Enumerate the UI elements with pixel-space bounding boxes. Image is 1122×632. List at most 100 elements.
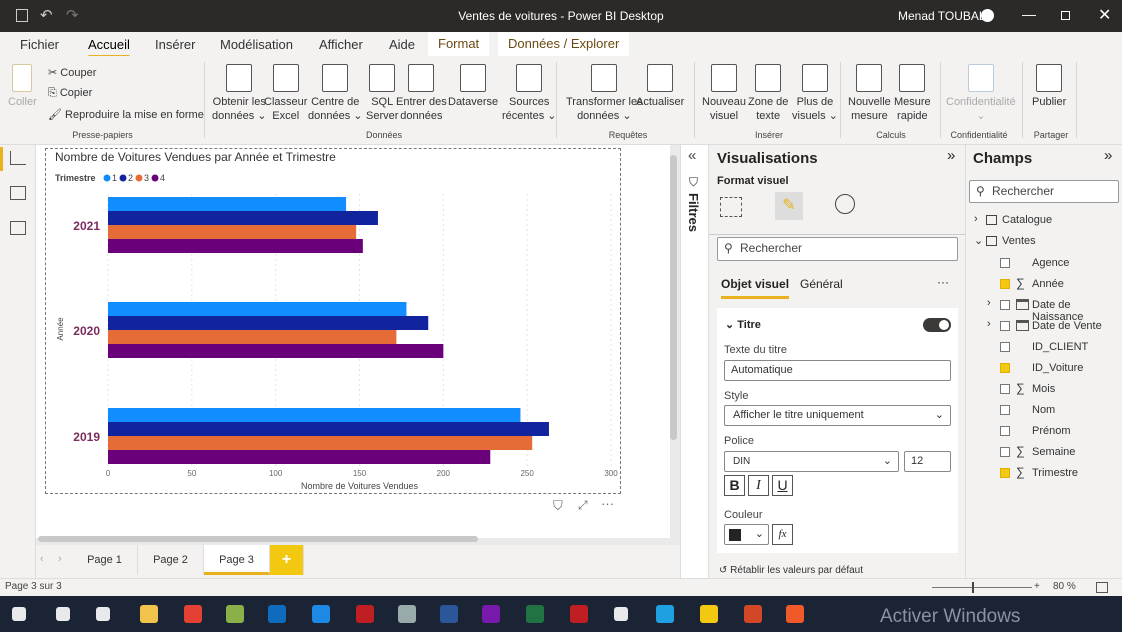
field-item[interactable]: ID_Voiture [966, 359, 1122, 380]
datahub-button[interactable]: Centre de données ⌄ [308, 64, 362, 123]
quick-measure-button[interactable]: Mesure rapide [894, 64, 931, 123]
filezilla-icon[interactable] [570, 605, 588, 623]
field-checkbox[interactable] [1000, 279, 1010, 289]
next-page-icon[interactable]: › [58, 553, 62, 565]
format-painter-button[interactable]: 🖌 Reproduire la mise en forme [48, 108, 204, 121]
more-visuals-button[interactable]: Plus de visuels ⌄ [792, 64, 838, 123]
bar-2021-q1[interactable] [108, 197, 347, 211]
field-item[interactable]: ∑ Semaine [966, 443, 1122, 464]
format-visual-icon[interactable]: ✎ [775, 192, 803, 220]
menu-tab[interactable]: Accueil [88, 37, 130, 58]
vertical-scrollbar[interactable] [670, 155, 677, 440]
title-text-input[interactable]: Automatique [724, 360, 951, 381]
bar-2019-q3[interactable] [108, 436, 533, 450]
chevron-right-icon[interactable]: › [987, 297, 991, 309]
start-icon[interactable] [12, 607, 26, 621]
zoom-slider[interactable] [932, 582, 1032, 593]
italic-button[interactable]: I [748, 475, 769, 496]
bar-chart-visual[interactable]: Nombre de Voitures Vendues par Année et … [45, 148, 621, 494]
field-checkbox[interactable] [1000, 447, 1010, 457]
analytics-icon[interactable] [835, 194, 855, 214]
filezilla-icon[interactable] [356, 605, 374, 623]
bar-2021-q3[interactable] [108, 225, 357, 239]
zoom-in-icon[interactable]: + [1034, 581, 1040, 592]
data-view-icon[interactable] [10, 186, 26, 200]
edge-icon[interactable] [656, 605, 674, 623]
underline-button[interactable]: U [772, 475, 793, 496]
search-icon[interactable] [56, 607, 70, 621]
minimize-icon[interactable]: — [1022, 6, 1036, 22]
bar-2020-q4[interactable] [108, 344, 444, 358]
collapse-left-icon[interactable]: « [688, 147, 696, 164]
field-checkbox[interactable] [1000, 258, 1010, 268]
app-icon[interactable] [226, 605, 244, 623]
bar-2021-q2[interactable] [108, 211, 378, 225]
user-name[interactable]: Menad TOUBAL [898, 9, 986, 23]
legend-label[interactable]: 4 [160, 173, 165, 183]
restore-icon[interactable] [1061, 11, 1070, 20]
field-item[interactable]: › Date de Naissance [966, 296, 1122, 323]
field-checkbox[interactable] [1000, 363, 1010, 373]
page-tab[interactable]: Page 3 [204, 545, 270, 575]
close-icon[interactable]: ✕ [1098, 5, 1111, 25]
bold-button[interactable]: B [724, 475, 745, 496]
app-icon[interactable] [786, 605, 804, 623]
field-table[interactable]: › Catalogue [966, 212, 1122, 233]
menu-tab[interactable]: Aide [389, 37, 415, 52]
tab-objet-visuel[interactable]: Objet visuel [721, 277, 790, 299]
filter-visual-icon[interactable]: ⛉ [553, 498, 563, 514]
title-toggle-switch[interactable] [923, 318, 951, 332]
menu-tab[interactable]: Afficher [319, 37, 363, 52]
app-icon[interactable] [398, 605, 416, 623]
font-dropdown[interactable]: DIN ⌄ [724, 451, 899, 472]
word-icon[interactable] [440, 605, 458, 623]
outlook-icon[interactable] [268, 605, 286, 623]
field-item[interactable]: Agence [966, 254, 1122, 275]
refresh-button[interactable]: Actualiser [636, 64, 684, 109]
chevron-right-icon[interactable]: › [987, 318, 991, 330]
menu-tab[interactable]: Modélisation [220, 37, 293, 52]
field-checkbox[interactable] [1000, 426, 1010, 436]
field-table[interactable]: ⌄ Ventes [966, 233, 1122, 254]
bar-2020-q2[interactable] [108, 316, 429, 330]
sensitivity-button[interactable]: Confidentialité ⌄ [946, 64, 1016, 123]
horizontal-scrollbar[interactable] [38, 536, 478, 542]
enter-data-button[interactable]: Entrer des données [396, 64, 447, 123]
style-dropdown[interactable]: Afficher le titre uniquement ⌄ [724, 405, 951, 426]
onenote-icon[interactable] [482, 605, 500, 623]
chrome-icon[interactable] [184, 605, 202, 623]
add-page-button[interactable]: + [270, 545, 304, 575]
bar-2019-q4[interactable] [108, 450, 491, 464]
excel-icon[interactable] [526, 605, 544, 623]
filters-label[interactable]: Filtres [686, 193, 701, 232]
field-checkbox[interactable] [1000, 300, 1010, 310]
field-checkbox[interactable] [1000, 405, 1010, 415]
collapse-icon[interactable]: » [947, 147, 955, 164]
bar-2020-q3[interactable] [108, 330, 397, 344]
color-picker[interactable]: ⌄ [724, 524, 769, 545]
legend-label[interactable]: 3 [144, 173, 149, 183]
paste-button[interactable]: Coller [8, 64, 37, 109]
transform-data-button[interactable]: Transformer les données ⌄ [566, 64, 643, 123]
more-options-button[interactable]: ··· [937, 275, 949, 289]
fit-page-icon[interactable] [1096, 582, 1108, 593]
page-tab[interactable]: Page 2 [138, 545, 204, 575]
text-box-button[interactable]: Zone de texte [748, 64, 788, 123]
field-checkbox[interactable] [1000, 321, 1010, 331]
bar-2021-q4[interactable] [108, 239, 363, 253]
powerbi-icon[interactable] [700, 605, 718, 623]
report-view-icon[interactable] [10, 151, 26, 165]
sql-server-button[interactable]: SQL Server [366, 64, 398, 123]
avatar[interactable] [981, 9, 994, 22]
viz-search-input[interactable]: ⚲ Rechercher [717, 237, 958, 261]
filters-pane[interactable]: « ⛉ Filtres [680, 145, 708, 578]
collapse-icon[interactable]: » [1104, 147, 1112, 164]
dataverse-button[interactable]: Dataverse [448, 64, 498, 109]
field-item[interactable]: ∑ Trimestre [966, 464, 1122, 485]
publish-button[interactable]: Publier [1032, 64, 1066, 109]
menu-tab[interactable]: Insérer [155, 37, 195, 52]
menu-tab[interactable]: Données / Explorer [498, 32, 630, 56]
excel-button[interactable]: Classeur Excel [264, 64, 307, 123]
font-size-stepper[interactable]: 12 [904, 451, 951, 472]
field-item[interactable]: Prénom [966, 422, 1122, 443]
